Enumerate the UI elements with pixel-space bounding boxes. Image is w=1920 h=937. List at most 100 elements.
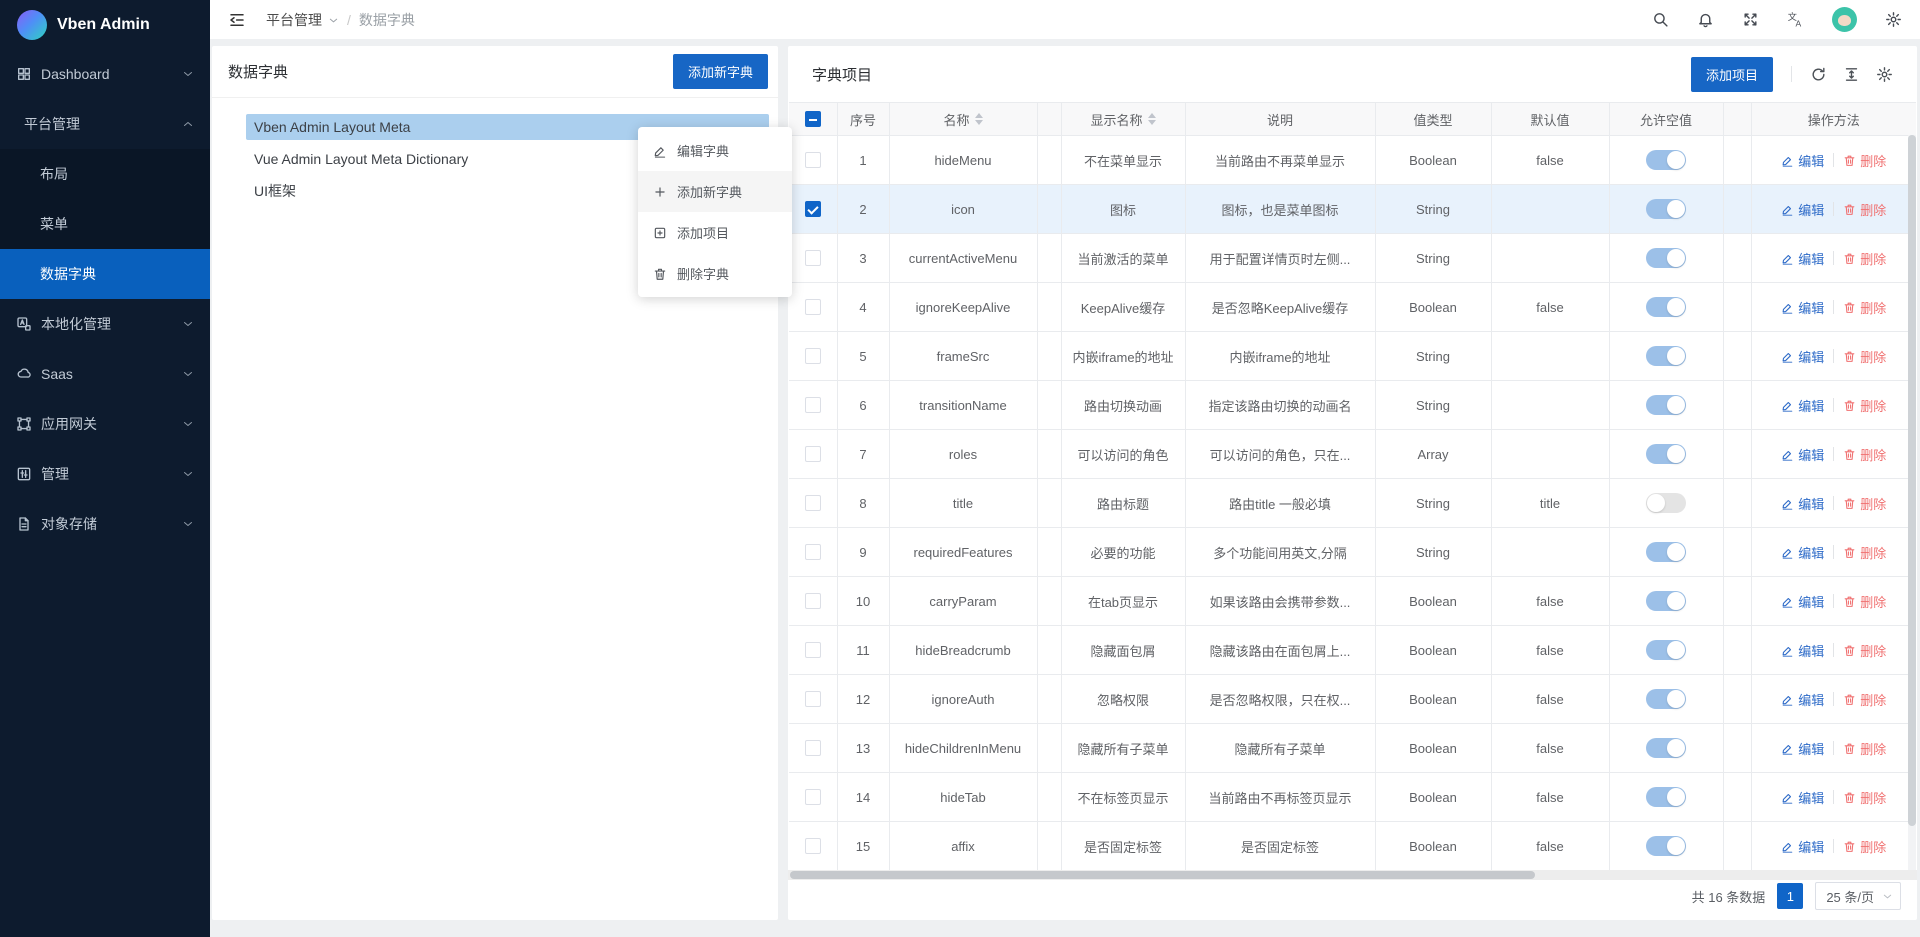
add-new-dictionary-button[interactable]: 添加新字典	[673, 54, 768, 89]
cell-checkbox	[789, 136, 837, 185]
delete-button[interactable]: 删除	[1843, 641, 1886, 660]
sidebar-item-layout[interactable]: 布局	[0, 149, 210, 199]
delete-button[interactable]: 删除	[1843, 445, 1886, 464]
delete-button[interactable]: 删除	[1843, 249, 1886, 268]
edit-button[interactable]: 编辑	[1781, 592, 1824, 611]
row-checkbox[interactable]	[805, 544, 821, 560]
pagination-page-1[interactable]: 1	[1777, 883, 1803, 909]
allow-empty-toggle[interactable]	[1646, 199, 1686, 219]
delete-button[interactable]: 删除	[1843, 592, 1886, 611]
allow-empty-toggle[interactable]	[1646, 493, 1686, 513]
page-size-select[interactable]: 25 条/页	[1815, 882, 1901, 910]
sidebar-item-localization[interactable]: 本地化管理	[0, 299, 210, 349]
delete-button[interactable]: 删除	[1843, 396, 1886, 415]
edit-button[interactable]: 编辑	[1781, 494, 1824, 513]
avatar[interactable]	[1832, 7, 1857, 32]
app-logo[interactable]: Vben Admin	[0, 0, 210, 49]
delete-button[interactable]: 删除	[1843, 690, 1886, 709]
context-menu-item-edit-dict[interactable]: 编辑字典	[638, 130, 792, 171]
delete-button[interactable]: 删除	[1843, 298, 1886, 317]
search-icon[interactable]	[1652, 11, 1669, 28]
cell-checkbox	[789, 234, 837, 283]
delete-button[interactable]: 删除	[1843, 837, 1886, 856]
select-all-checkbox[interactable]	[805, 111, 821, 127]
allow-empty-toggle[interactable]	[1646, 640, 1686, 660]
row-checkbox[interactable]	[805, 446, 821, 462]
sidebar-item-app-gateway[interactable]: 应用网关	[0, 399, 210, 449]
sort-icon[interactable]	[1148, 113, 1156, 125]
sidebar-item-platform-management[interactable]: 平台管理	[0, 99, 210, 149]
delete-button[interactable]: 删除	[1843, 543, 1886, 562]
context-menu-item-add-new-dict[interactable]: 添加新字典	[638, 171, 792, 212]
allow-empty-toggle[interactable]	[1646, 395, 1686, 415]
delete-button[interactable]: 删除	[1843, 494, 1886, 513]
allow-empty-toggle[interactable]	[1646, 150, 1686, 170]
horizontal-scrollbar[interactable]	[788, 870, 1917, 880]
row-checkbox[interactable]	[805, 740, 821, 756]
context-menu-item-add-item[interactable]: 添加项目	[638, 212, 792, 253]
edit-button[interactable]: 编辑	[1781, 200, 1824, 219]
column-height-icon[interactable]	[1843, 66, 1860, 83]
allow-empty-toggle[interactable]	[1646, 444, 1686, 464]
row-checkbox[interactable]	[805, 299, 821, 315]
allow-empty-toggle[interactable]	[1646, 591, 1686, 611]
edit-button[interactable]: 编辑	[1781, 151, 1824, 170]
row-checkbox[interactable]	[805, 593, 821, 609]
allow-empty-toggle[interactable]	[1646, 346, 1686, 366]
row-checkbox[interactable]	[805, 691, 821, 707]
sidebar-item-data-dictionary[interactable]: 数据字典	[0, 249, 210, 299]
sort-icon[interactable]	[975, 113, 983, 125]
allow-empty-toggle[interactable]	[1646, 542, 1686, 562]
row-checkbox[interactable]	[805, 397, 821, 413]
table-settings-icon[interactable]	[1876, 66, 1893, 83]
edit-button[interactable]: 编辑	[1781, 249, 1824, 268]
sidebar-item-management[interactable]: 管理	[0, 449, 210, 499]
sidebar-item-object-storage[interactable]: 对象存储	[0, 499, 210, 549]
edit-button[interactable]: 编辑	[1781, 788, 1824, 807]
refresh-icon[interactable]	[1810, 66, 1827, 83]
allow-empty-toggle[interactable]	[1646, 297, 1686, 317]
row-checkbox[interactable]	[805, 495, 821, 511]
gear-icon[interactable]	[1885, 11, 1902, 28]
row-checkbox[interactable]	[805, 348, 821, 364]
allow-empty-toggle[interactable]	[1646, 689, 1686, 709]
allow-empty-toggle[interactable]	[1646, 836, 1686, 856]
delete-button[interactable]: 删除	[1843, 151, 1886, 170]
language-icon[interactable]: 文A	[1787, 11, 1804, 28]
row-checkbox[interactable]	[805, 250, 821, 266]
context-menu-item-delete-dict[interactable]: 删除字典	[638, 253, 792, 294]
edit-button[interactable]: 编辑	[1781, 543, 1824, 562]
sidebar-item-menu[interactable]: 菜单	[0, 199, 210, 249]
row-checkbox[interactable]	[805, 789, 821, 805]
row-checkbox[interactable]	[805, 642, 821, 658]
fullscreen-icon[interactable]	[1742, 11, 1759, 28]
delete-button[interactable]: 删除	[1843, 739, 1886, 758]
edit-button[interactable]: 编辑	[1781, 347, 1824, 366]
row-checkbox[interactable]	[805, 152, 821, 168]
vertical-scrollbar[interactable]	[1908, 135, 1916, 870]
allow-empty-toggle[interactable]	[1646, 248, 1686, 268]
edit-button[interactable]: 编辑	[1781, 837, 1824, 856]
notification-icon[interactable]	[1697, 11, 1714, 28]
delete-button[interactable]: 删除	[1843, 200, 1886, 219]
edit-button[interactable]: 编辑	[1781, 690, 1824, 709]
sidebar-item-saas[interactable]: Saas	[0, 349, 210, 399]
breadcrumb-item-platform[interactable]: 平台管理	[266, 10, 322, 30]
cell-default	[1491, 430, 1609, 479]
row-checkbox[interactable]	[805, 838, 821, 854]
delete-button[interactable]: 删除	[1843, 788, 1886, 807]
row-checkbox[interactable]	[805, 201, 821, 217]
allow-empty-toggle[interactable]	[1646, 787, 1686, 807]
sidebar-item-dashboard[interactable]: Dashboard	[0, 49, 210, 99]
edit-button[interactable]: 编辑	[1781, 298, 1824, 317]
collapse-sidebar-icon[interactable]	[228, 11, 246, 29]
edit-button[interactable]: 编辑	[1781, 396, 1824, 415]
allow-empty-toggle[interactable]	[1646, 738, 1686, 758]
edit-button[interactable]: 编辑	[1781, 739, 1824, 758]
edit-button[interactable]: 编辑	[1781, 445, 1824, 464]
horizontal-scrollbar-thumb[interactable]	[790, 871, 1535, 879]
vertical-scrollbar-thumb[interactable]	[1908, 135, 1916, 826]
edit-button[interactable]: 编辑	[1781, 641, 1824, 660]
delete-button[interactable]: 删除	[1843, 347, 1886, 366]
add-item-button[interactable]: 添加项目	[1691, 57, 1773, 92]
